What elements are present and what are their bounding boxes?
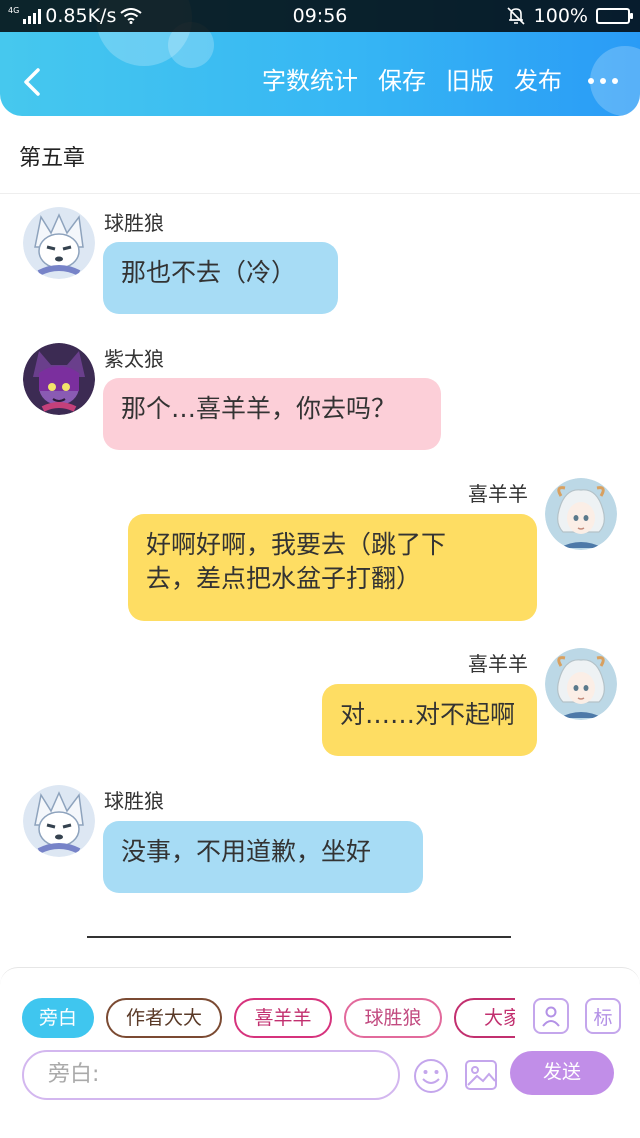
chevron-left-icon: [24, 68, 40, 96]
role-chip-qiushenglang[interactable]: 球胜狼: [344, 998, 442, 1038]
battery-percent: 100%: [533, 5, 588, 27]
send-button[interactable]: 发送: [510, 1051, 614, 1095]
message-bubble[interactable]: 那个…喜羊羊，你去吗？: [103, 378, 441, 450]
role-chip-author[interactable]: 作者大大: [106, 998, 222, 1038]
avatar-wolf-white[interactable]: [23, 207, 95, 279]
message-bubble[interactable]: 那也不去（冷）: [103, 242, 338, 314]
avatar-sheep[interactable]: [545, 478, 617, 550]
save-button[interactable]: 保存: [378, 66, 426, 96]
role-chip-xiyangyang[interactable]: 喜羊羊: [234, 998, 332, 1038]
word-count-button[interactable]: 字数统计: [262, 66, 358, 96]
message-bubble[interactable]: 没事，不用道歉，坐好: [103, 821, 423, 893]
toolbar-actions: 字数统计 保存 旧版 发布: [262, 66, 618, 96]
status-bar: 4G 0.85K/s 09:56 100%: [0, 0, 640, 32]
old-version-button[interactable]: 旧版: [446, 66, 494, 96]
message-bubble[interactable]: 对……对不起啊: [322, 684, 537, 756]
chapter-title: 第五章: [19, 146, 86, 171]
avatar-wolf-purple[interactable]: [23, 343, 95, 415]
message-input[interactable]: 旁白:: [22, 1050, 400, 1100]
speaker-name: 紫太狼: [104, 347, 164, 371]
more-icon[interactable]: [582, 78, 618, 84]
emoji-icon[interactable]: [412, 1057, 450, 1095]
back-button[interactable]: [20, 62, 60, 102]
speaker-name: 喜羊羊: [468, 652, 528, 676]
message-line: 去，差点把水盆子打翻）: [146, 564, 422, 593]
chat-editor-page: 4G 0.85K/s 09:56 100% 字数统计 保存 旧版 发布 第五章 …: [0, 0, 640, 1138]
chapter-title-bar[interactable]: 第五章: [0, 116, 640, 194]
message-bubble[interactable]: 好啊好啊，我要去（跳了下 去，差点把水盆子打翻）: [128, 514, 537, 621]
label-tag-button[interactable]: 标: [585, 998, 621, 1034]
person-card-icon[interactable]: [533, 998, 569, 1034]
avatar-sheep[interactable]: [545, 648, 617, 720]
composer-panel: 旁白 作者大大 喜羊羊 球胜狼 大家 标 旁白: 发送: [0, 967, 640, 1138]
bell-muted-icon: [507, 7, 525, 25]
role-chip-everyone[interactable]: 大家: [454, 998, 515, 1038]
toolbar: 字数统计 保存 旧版 发布: [0, 52, 640, 112]
message-line: 好啊好啊，我要去（跳了下: [146, 530, 447, 559]
role-selector: 旁白 作者大大 喜羊羊 球胜狼 大家: [22, 998, 515, 1038]
role-chip-narration[interactable]: 旁白: [22, 998, 94, 1038]
battery-icon: [596, 8, 633, 24]
status-right: 100%: [506, 5, 633, 27]
image-icon[interactable]: [463, 1057, 499, 1093]
speaker-name: 球胜狼: [104, 789, 164, 813]
avatar-wolf-white[interactable]: [23, 785, 95, 857]
chapter-end-divider: [87, 936, 511, 938]
speaker-name: 喜羊羊: [468, 482, 528, 506]
header: 4G 0.85K/s 09:56 100% 字数统计 保存 旧版 发布: [0, 0, 640, 116]
speaker-name: 球胜狼: [104, 211, 164, 235]
publish-button[interactable]: 发布: [514, 66, 562, 96]
